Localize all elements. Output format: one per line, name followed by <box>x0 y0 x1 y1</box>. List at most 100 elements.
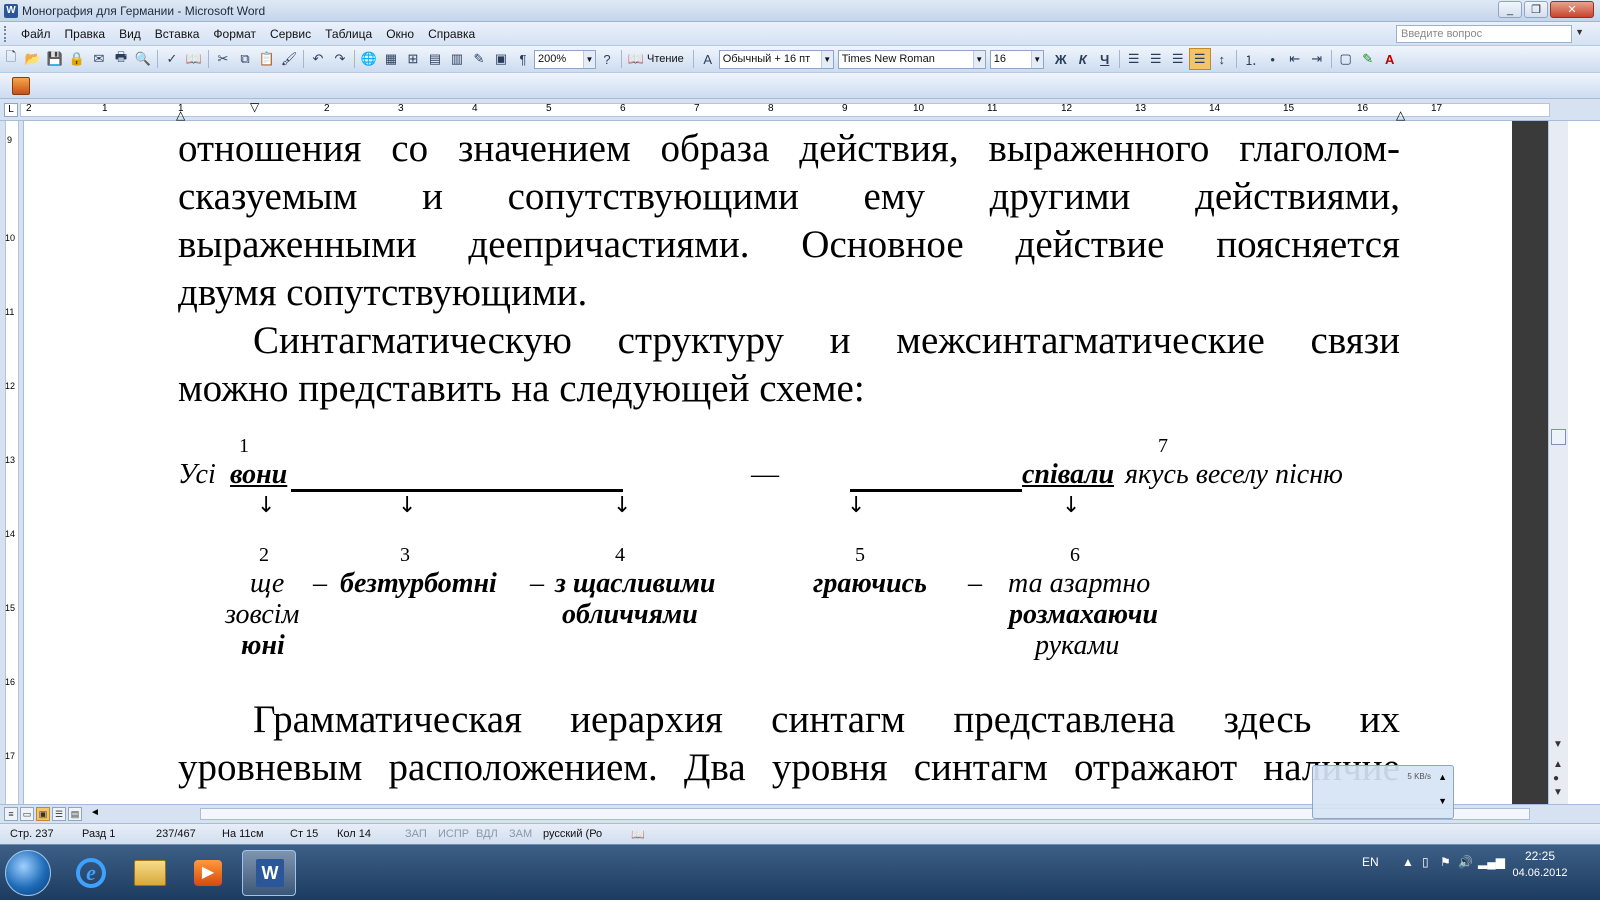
decrease-indent-icon[interactable]: ⇤ <box>1284 48 1306 70</box>
show-formatting-icon[interactable]: ¶ <box>512 48 534 70</box>
ask-question-dropdown-icon[interactable]: ▼ <box>1575 27 1584 37</box>
menu-help[interactable]: Справка <box>421 24 482 44</box>
borders-icon[interactable]: ▢ <box>1335 48 1357 70</box>
print-preview-icon[interactable]: 🔍 <box>132 48 154 70</box>
first-line-indent-marker[interactable]: ▽ <box>250 100 259 114</box>
web-view-icon[interactable]: ▭ <box>20 807 34 821</box>
status-language[interactable]: русский (Ро <box>543 828 602 840</box>
clock-date[interactable]: 04.06.2012 <box>1500 867 1580 879</box>
scrollbar-thumb[interactable] <box>1551 429 1566 445</box>
increase-indent-icon[interactable]: ⇥ <box>1306 48 1328 70</box>
show-hidden-icons-icon[interactable]: ▲ <box>1402 855 1414 869</box>
zoom-dropdown-icon[interactable]: ▼ <box>583 50 595 68</box>
reading-view-icon[interactable]: ▤ <box>68 807 82 821</box>
font-dropdown-icon[interactable]: ▼ <box>972 50 985 68</box>
menu-edit[interactable]: Правка <box>58 24 113 44</box>
zoom-combo[interactable]: 200% ▼ <box>534 49 596 69</box>
right-indent-marker[interactable]: △ <box>1396 108 1405 122</box>
help-icon[interactable]: ? <box>596 48 618 70</box>
align-right-icon[interactable]: ☰ <box>1167 48 1189 70</box>
browse-object-icon[interactable]: ● <box>1553 773 1559 784</box>
italic-button[interactable]: К <box>1072 48 1094 70</box>
clock-time[interactable]: 22:25 <box>1500 849 1580 863</box>
style-combo[interactable]: Обычный + 16 пт ▼ <box>718 49 834 69</box>
document-page[interactable]: отношения со значением образа действия, … <box>25 121 1512 804</box>
action-center-flag-icon[interactable]: ⚑ <box>1440 855 1451 869</box>
highlight-icon[interactable]: ✎ <box>1357 48 1379 70</box>
print-layout-icon[interactable]: ▣ <box>36 807 50 821</box>
status-extend[interactable]: ВДЛ <box>476 828 498 840</box>
underline-button[interactable]: Ч <box>1094 48 1116 70</box>
menu-tools[interactable]: Сервис <box>263 24 318 44</box>
media-player-icon[interactable]: ▶ <box>180 850 234 896</box>
internet-explorer-icon[interactable]: e <box>64 850 118 896</box>
previous-page-icon[interactable]: ▲ <box>1553 759 1563 770</box>
restore-button[interactable]: ❐ <box>1524 1 1548 18</box>
menu-table[interactable]: Таблица <box>318 24 379 44</box>
scroll-left-icon[interactable]: ◄ <box>90 807 100 818</box>
paste-icon[interactable]: 📋 <box>256 48 278 70</box>
next-page-icon[interactable]: ▼ <box>1553 787 1563 798</box>
copy-icon[interactable]: ⧉ <box>234 48 256 70</box>
format-painter-icon[interactable]: 🖌 <box>278 48 300 70</box>
research-icon[interactable]: 📖 <box>183 48 205 70</box>
menu-window[interactable]: Окно <box>379 24 421 44</box>
minimize-button[interactable]: _ <box>1498 1 1522 18</box>
font-size-combo[interactable]: 16 ▼ <box>989 49 1044 69</box>
vertical-ruler[interactable]: 9 10 11 12 13 14 15 16 17 <box>0 121 24 804</box>
widget-up-icon[interactable]: ▲ <box>1438 772 1447 782</box>
spelling-status-icon[interactable]: 📖 <box>631 828 645 841</box>
align-center-icon[interactable]: ☰ <box>1145 48 1167 70</box>
menu-format[interactable]: Формат <box>206 24 263 44</box>
network-speed-widget[interactable]: 5 KB/s ▲ ▼ <box>1312 765 1454 819</box>
input-language[interactable]: EN <box>1362 855 1379 869</box>
insert-excel-icon[interactable]: ▤ <box>424 48 446 70</box>
bullets-icon[interactable]: • <box>1262 48 1284 70</box>
print-icon[interactable]: 🖶 <box>110 48 132 70</box>
font-color-icon[interactable]: A <box>1379 48 1401 70</box>
justify-icon[interactable]: ☰ <box>1188 48 1211 70</box>
redo-icon[interactable]: ↷ <box>329 48 351 70</box>
status-overtype[interactable]: ЗАМ <box>509 828 532 840</box>
menu-grip[interactable] <box>4 25 10 42</box>
save-icon[interactable]: 💾 <box>44 48 66 70</box>
open-icon[interactable]: 📂 <box>22 48 44 70</box>
menu-insert[interactable]: Вставка <box>148 24 207 44</box>
close-button[interactable]: ✕ <box>1550 1 1594 18</box>
drawing-icon[interactable]: ✎ <box>468 48 490 70</box>
undo-icon[interactable]: ↶ <box>307 48 329 70</box>
cut-icon[interactable]: ✂ <box>212 48 234 70</box>
scroll-down-icon[interactable]: ▼ <box>1553 739 1563 750</box>
normal-view-icon[interactable]: ≡ <box>4 807 18 821</box>
style-dropdown-icon[interactable]: ▼ <box>820 50 833 68</box>
spelling-icon[interactable]: ✓ <box>161 48 183 70</box>
device-icon[interactable]: ▯ <box>1422 855 1429 869</box>
font-size-dropdown-icon[interactable]: ▼ <box>1030 50 1043 68</box>
start-button[interactable] <box>5 850 51 896</box>
outline-view-icon[interactable]: ☰ <box>52 807 66 821</box>
numbering-icon[interactable]: ⒈ <box>1240 48 1262 70</box>
volume-icon[interactable]: 🔊 <box>1458 855 1473 869</box>
addin-icon[interactable] <box>12 77 30 95</box>
word-taskbar-icon[interactable]: W <box>242 850 296 896</box>
align-left-icon[interactable]: ☰ <box>1123 48 1145 70</box>
line-spacing-icon[interactable]: ↕ <box>1211 48 1233 70</box>
tables-borders-icon[interactable]: ▦ <box>380 48 402 70</box>
hyperlink-icon[interactable]: 🌐 <box>358 48 380 70</box>
permission-icon[interactable]: 🔒 <box>66 48 88 70</box>
horizontal-ruler[interactable]: L 2 1 ▽ △ 1 2 3 4 5 6 7 8 9 10 11 12 13 … <box>0 99 1600 122</box>
status-track-changes[interactable]: ИСПР <box>438 828 469 840</box>
document-map-icon[interactable]: ▣ <box>490 48 512 70</box>
insert-table-icon[interactable]: ⊞ <box>402 48 424 70</box>
tab-selector-icon[interactable]: L <box>4 103 18 117</box>
word-app-icon[interactable]: W <box>4 3 18 18</box>
status-record[interactable]: ЗАП <box>405 828 427 840</box>
new-document-icon[interactable]: 🗋 <box>0 48 22 70</box>
font-combo[interactable]: Times New Roman ▼ <box>837 49 986 69</box>
vertical-scrollbar[interactable]: ▼ ▲ ● ▼ <box>1548 121 1568 804</box>
read-button-label[interactable]: Чтение <box>647 53 684 65</box>
menu-file[interactable]: Файл <box>14 24 58 44</box>
columns-icon[interactable]: ▥ <box>446 48 468 70</box>
ask-question-input[interactable]: Введите вопрос <box>1396 25 1572 43</box>
menu-view[interactable]: Вид <box>112 24 148 44</box>
